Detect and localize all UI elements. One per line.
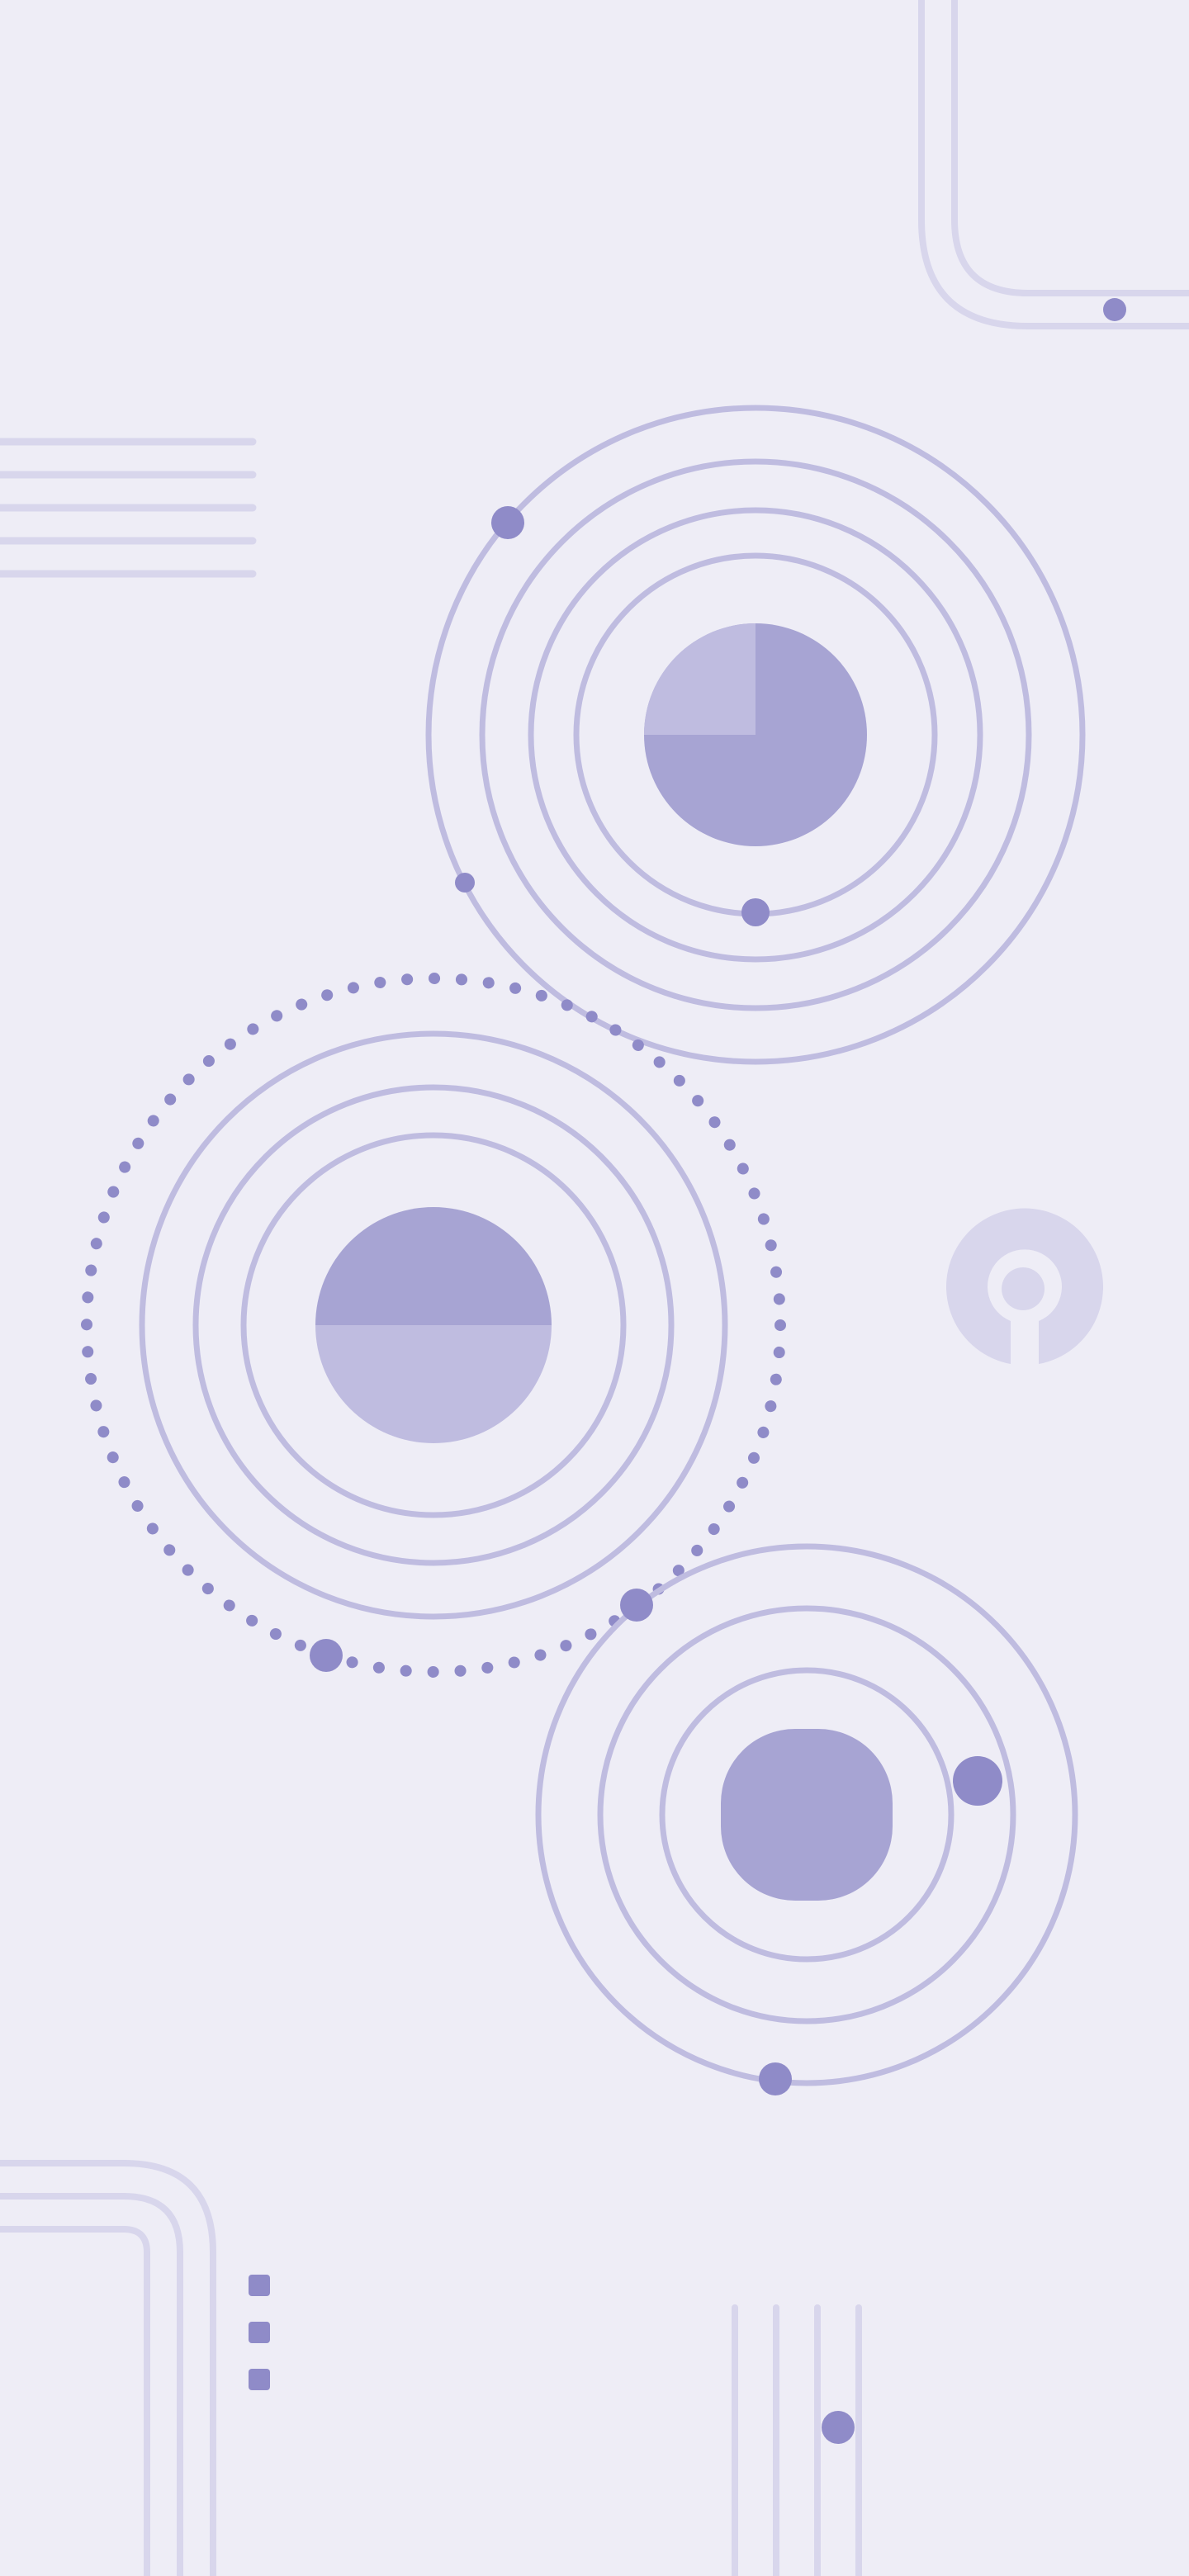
orbit-dot-top-c <box>741 898 770 926</box>
pie-core-top <box>644 623 867 846</box>
top-right-corner-lines <box>918 0 1189 329</box>
bottom-left-corner-lines <box>0 2160 216 2576</box>
bl-line-2 <box>0 2193 183 2576</box>
vline-dot <box>822 2411 855 2444</box>
rounded-core-bottom <box>721 1729 893 1901</box>
square-3 <box>249 2369 270 2390</box>
small-squares <box>249 2275 270 2390</box>
orbit-dot-bottom-a <box>620 1589 653 1622</box>
square-2 <box>249 2322 270 2343</box>
pie-core-quarter <box>644 623 756 735</box>
keyhole-shape <box>946 1208 1104 1364</box>
half-core-top <box>315 1207 552 1325</box>
top-left-stripes <box>0 438 257 578</box>
corner-line-inner <box>951 0 1189 296</box>
orbit-dot-middle-a <box>310 1639 343 1672</box>
orbit-dot-bottom-b <box>953 1756 1002 1806</box>
decorative-illustration <box>0 0 1189 2576</box>
orbit-dot-bottom-c <box>759 2062 792 2095</box>
half-core-bottom <box>315 1325 552 1443</box>
square-1 <box>249 2275 270 2296</box>
corner-dot-top-right <box>1103 298 1126 321</box>
keyhole-icon <box>946 1208 1104 1364</box>
orbit-dot-top-a <box>491 506 524 539</box>
orbit-dot-top-b <box>455 873 475 893</box>
half-core-middle <box>315 1207 552 1443</box>
bl-line-3 <box>0 2226 150 2576</box>
corner-line-outer <box>918 0 1189 329</box>
